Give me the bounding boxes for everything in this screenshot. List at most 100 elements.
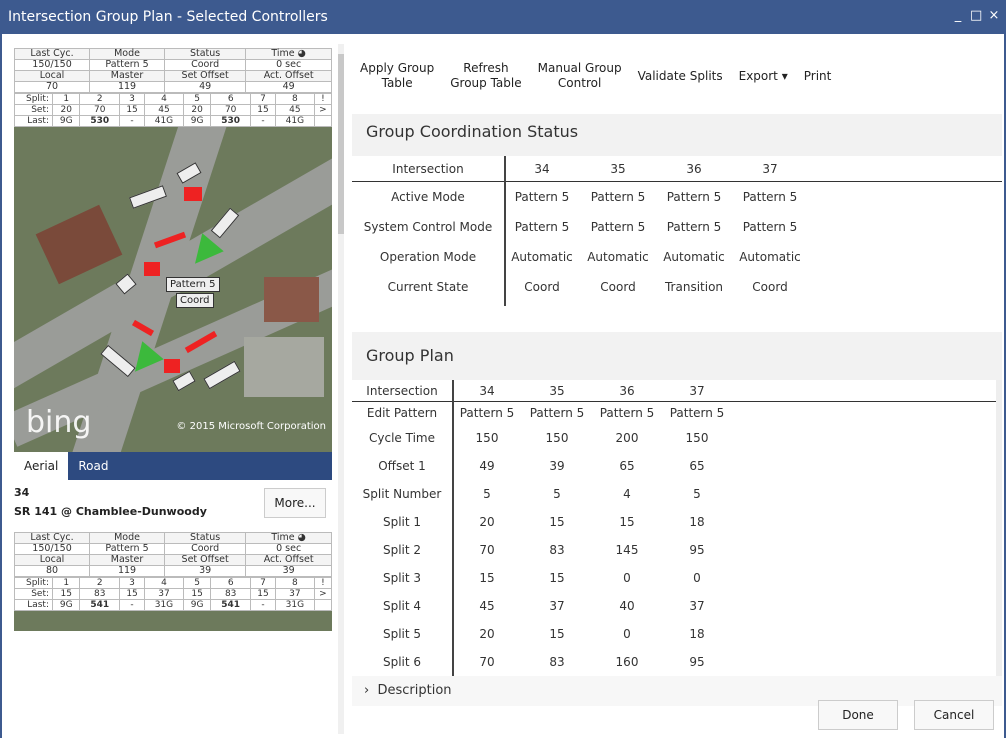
cell: 9G — [51, 599, 81, 611]
table-cell[interactable]: 15 — [522, 515, 592, 529]
table-cell[interactable]: 95 — [662, 655, 732, 669]
table-cell[interactable]: 15 — [522, 627, 592, 641]
more-button[interactable]: More... — [264, 488, 326, 518]
table-cell[interactable]: 0 — [662, 571, 732, 585]
refresh-group-table-button[interactable]: Refresh Group Table — [442, 61, 529, 91]
cell: - — [119, 115, 145, 127]
table-cell[interactable]: 83 — [522, 655, 592, 669]
table-cell[interactable]: 70 — [452, 655, 522, 669]
table-cell[interactable]: 40 — [592, 599, 662, 613]
cell: Set: — [14, 104, 53, 116]
cell: Master — [89, 70, 165, 82]
signal-head-icon — [203, 360, 241, 390]
table-cell[interactable]: 15 — [522, 571, 592, 585]
table-cell[interactable]: 160 — [592, 655, 662, 669]
table-cell[interactable]: 20 — [452, 515, 522, 529]
table-cell[interactable]: 39 — [522, 459, 592, 473]
table-cell[interactable]: 5 — [662, 487, 732, 501]
table-cell[interactable]: Pattern 5 — [662, 406, 732, 420]
window-title: Intersection Group Plan - Selected Contr… — [8, 9, 328, 25]
table-cell[interactable]: 18 — [662, 627, 732, 641]
table-cell[interactable]: 145 — [592, 543, 662, 557]
table-cell[interactable]: 0 — [592, 571, 662, 585]
cell: 5 — [182, 577, 212, 589]
row-label: Split 3 — [382, 571, 422, 585]
group-plan-table: Intersection 34 35 36 37 Edit Pattern Pa… — [352, 380, 1002, 676]
left-scrollbar[interactable] — [338, 44, 344, 734]
table-cell[interactable]: Pattern 5 — [592, 406, 662, 420]
validate-splits-button[interactable]: Validate Splits — [630, 69, 731, 84]
table-cell[interactable]: 5 — [452, 487, 522, 501]
tab-aerial[interactable]: Aerial — [14, 452, 69, 480]
aerial-map[interactable]: Pattern 5 Coord bing © 2015 Microsoft Co… — [14, 127, 332, 452]
table-cell[interactable]: 150 — [452, 431, 522, 445]
table-cell[interactable]: 37 — [522, 599, 592, 613]
cell: 4 — [144, 93, 184, 105]
cell: Act. Offset — [245, 554, 332, 566]
cell: 0 sec — [245, 543, 332, 555]
tab-road[interactable]: Road — [68, 452, 118, 480]
map-pattern-label: Pattern 5 — [170, 279, 216, 290]
print-button[interactable]: Print — [796, 69, 840, 84]
column-header: 37 — [689, 383, 705, 398]
cell: ! — [313, 577, 332, 589]
table-cell: Pattern 5 — [666, 190, 722, 204]
maximize-button[interactable]: □ — [970, 8, 982, 23]
cancel-button[interactable]: Cancel — [914, 700, 994, 730]
manual-group-control-button[interactable]: Manual Group Control — [530, 61, 630, 91]
group-plan-scrollbar[interactable] — [996, 380, 1002, 676]
cell: 20 — [182, 104, 212, 116]
table-cell[interactable]: 200 — [592, 431, 662, 445]
cell: 4 — [144, 577, 184, 589]
table-cell[interactable]: 65 — [592, 459, 662, 473]
table-row: Split 5 20 15 0 18 — [352, 620, 1002, 648]
table-cell[interactable]: 83 — [522, 543, 592, 557]
cell: 31G — [144, 599, 184, 611]
table-cell[interactable]: 65 — [662, 459, 732, 473]
minimize-button[interactable]: _ — [952, 8, 964, 23]
group-plan-pane: Apply Group Table Refresh Group Table Ma… — [352, 44, 1002, 736]
table-cell[interactable]: 70 — [452, 543, 522, 557]
cell: 530 — [210, 115, 251, 127]
cell: 0 sec — [245, 59, 332, 71]
description-expander[interactable]: › Description — [352, 676, 1002, 706]
cell: 9G — [51, 115, 81, 127]
table-cell[interactable]: 4 — [592, 487, 662, 501]
export-menu[interactable]: Export ▾ — [731, 69, 796, 84]
table-cell[interactable]: 15 — [452, 571, 522, 585]
table-cell[interactable]: Pattern 5 — [522, 406, 592, 420]
cell: 8 — [274, 577, 315, 589]
cell: 83 — [79, 588, 121, 600]
table-cell[interactable]: 0 — [592, 627, 662, 641]
cell: Mode — [89, 48, 165, 60]
table-cell[interactable]: 150 — [662, 431, 732, 445]
cell: 7 — [250, 577, 276, 589]
chevron-right-icon: › — [364, 683, 370, 698]
cell: 2 — [79, 577, 121, 589]
expand-arrow[interactable]: > — [313, 588, 332, 600]
table-cell[interactable]: 37 — [662, 599, 732, 613]
table-cell[interactable]: Pattern 5 — [452, 406, 522, 420]
table-cell[interactable]: 150 — [522, 431, 592, 445]
table-cell: Pattern 5 — [742, 220, 798, 234]
table-cell[interactable]: 5 — [522, 487, 592, 501]
table-row: Split Number 5 5 4 5 — [352, 480, 1002, 508]
cell: 80 — [14, 565, 91, 577]
close-button[interactable]: × — [988, 8, 1000, 23]
cell: 119 — [89, 81, 165, 93]
table-cell[interactable]: 49 — [452, 459, 522, 473]
table-cell[interactable]: 18 — [662, 515, 732, 529]
table-cell[interactable]: 95 — [662, 543, 732, 557]
apply-group-table-button[interactable]: Apply Group Table — [352, 61, 442, 91]
table-cell: Coord — [600, 280, 636, 294]
expand-arrow[interactable]: > — [313, 104, 332, 116]
table-cell: Pattern 5 — [514, 220, 570, 234]
cell: Pattern 5 — [89, 543, 165, 555]
description-label: Description — [377, 683, 452, 698]
table-cell[interactable]: 20 — [452, 627, 522, 641]
cell: Split: — [14, 577, 53, 589]
table-cell[interactable]: 45 — [452, 599, 522, 613]
scrollbar-thumb[interactable] — [338, 54, 344, 234]
table-cell[interactable]: 15 — [592, 515, 662, 529]
done-button[interactable]: Done — [818, 700, 898, 730]
